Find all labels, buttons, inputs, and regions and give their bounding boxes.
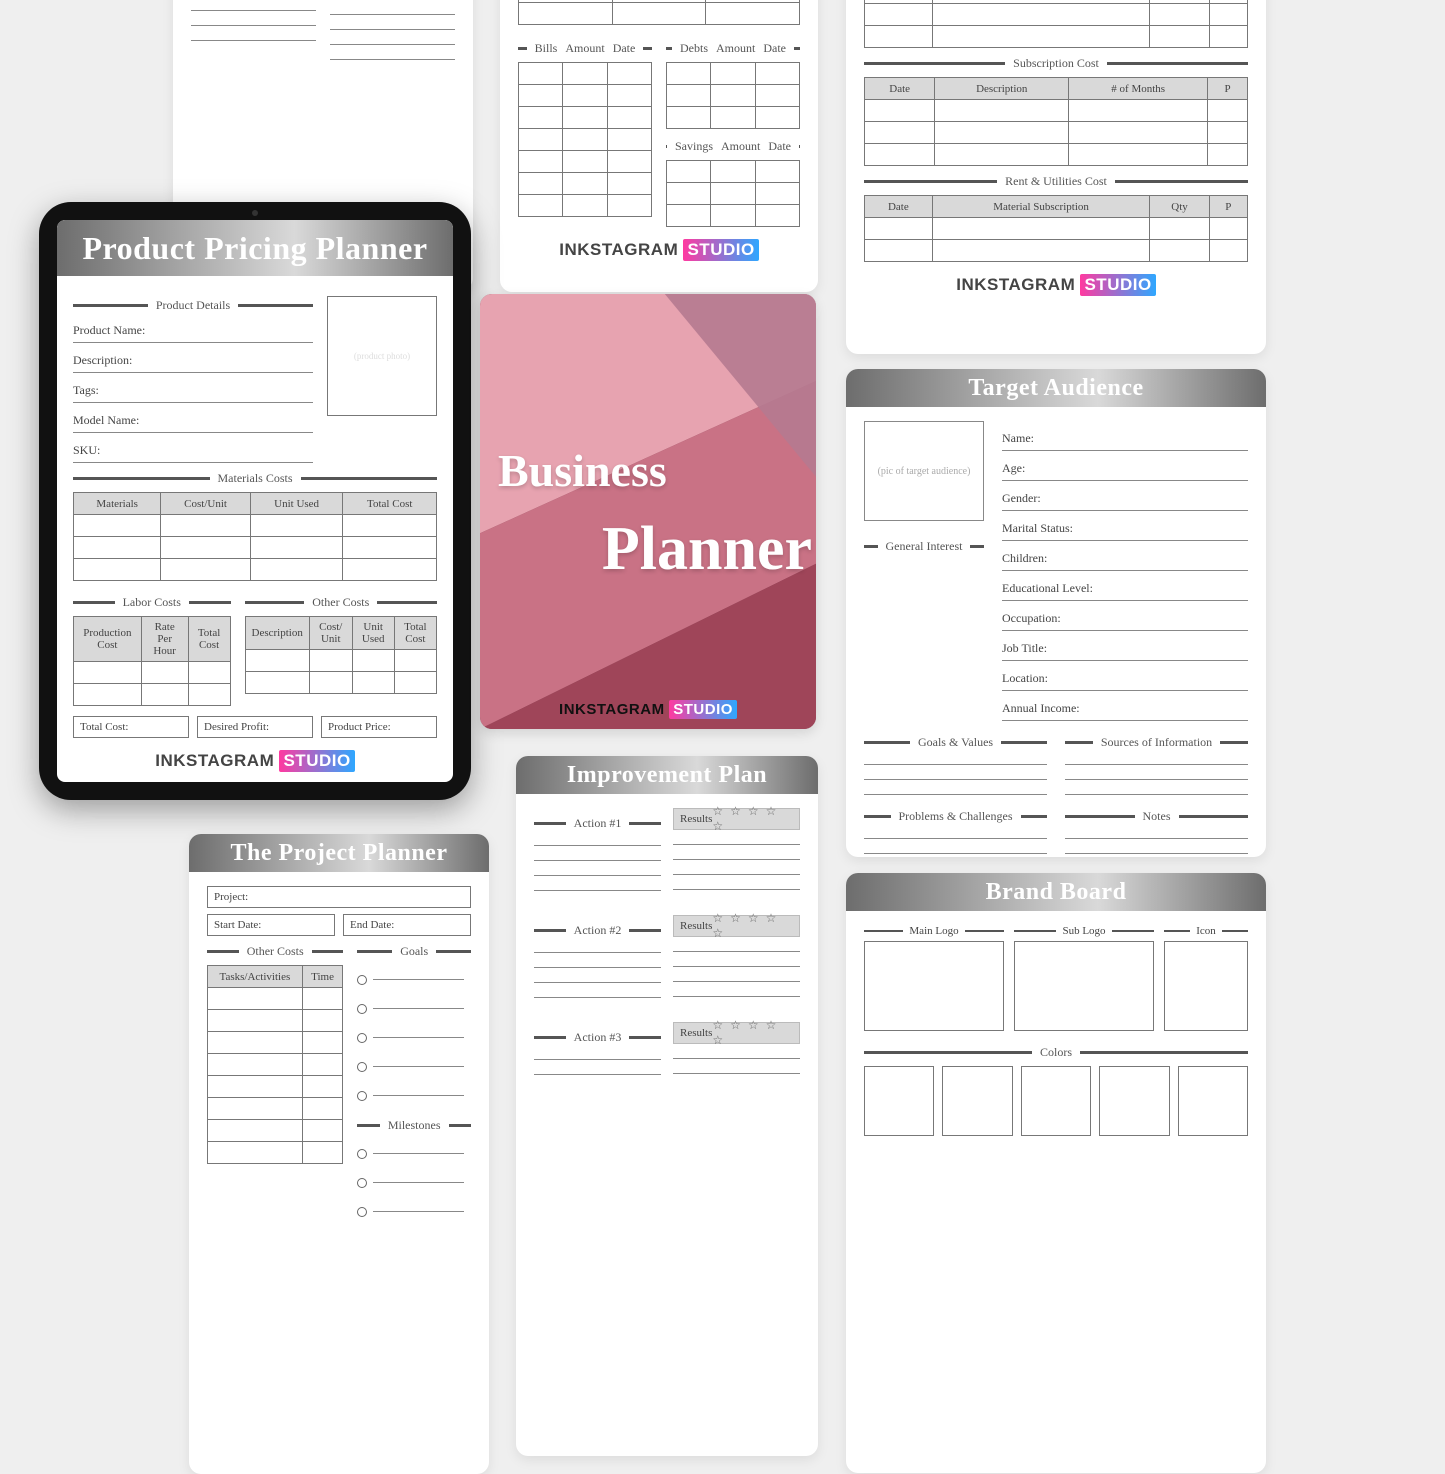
project-field[interactable]: Project: (207, 886, 471, 908)
end-date-field[interactable]: End Date: (343, 914, 471, 936)
labor-costs-section: Labor Costs (73, 595, 231, 610)
sku-field[interactable]: SKU: (73, 439, 313, 463)
color-swatch[interactable] (1099, 1066, 1169, 1136)
goal-item[interactable] (357, 1081, 471, 1110)
goal-item[interactable] (357, 1052, 471, 1081)
notes-section: Notes (1065, 809, 1248, 824)
labor-table[interactable]: Production CostRate Per HourTotal Cost (73, 616, 231, 706)
goal-item[interactable] (357, 965, 471, 994)
ta-marital[interactable]: Marital Status: (1002, 517, 1248, 541)
desired-profit-field[interactable]: Desired Profit: (197, 716, 313, 738)
project-planner-page: The Project Planner Project: Start Date:… (189, 834, 489, 1474)
brand-board-page: Brand Board Main Logo Sub Logo Icon Colo… (846, 873, 1266, 1473)
finance-page: BillsAmountDate DebtsAmountDate SavingsA… (500, 0, 818, 292)
total-cost-field[interactable]: Total Cost: (73, 716, 189, 738)
milestone-item[interactable] (357, 1168, 471, 1197)
subscription-cost-table[interactable]: DateDescription# of MonthsP (864, 77, 1248, 166)
bills-section: BillsAmountDate (518, 41, 652, 56)
product-price-field[interactable]: Product Price: (321, 716, 437, 738)
milestone-item[interactable] (357, 1139, 471, 1168)
start-date-field[interactable]: Start Date: (207, 914, 335, 936)
cover-title-1: Business (498, 444, 667, 497)
improve-title: Improvement Plan (516, 756, 818, 794)
product-photo-box[interactable]: (product photo) (327, 296, 437, 416)
main-logo-box[interactable]: Main Logo (864, 925, 1004, 1031)
rent-cost-table[interactable]: DateMaterial SubscriptionQtyP (864, 195, 1248, 262)
product-details-section: Product Details (73, 298, 313, 313)
savings-table[interactable] (666, 160, 800, 227)
ta-age[interactable]: Age: (1002, 457, 1248, 481)
star-rating[interactable]: ☆ ☆ ☆ ☆ ☆ (712, 911, 793, 941)
material-cost-table[interactable]: DateMaterial SubscriptionQtyP (864, 0, 1248, 48)
tasks-table[interactable]: Tasks/ActivitiesTime (207, 965, 343, 1164)
star-rating[interactable]: ☆ ☆ ☆ ☆ ☆ (712, 1018, 793, 1048)
ta-children[interactable]: Children: (1002, 547, 1248, 571)
other-costs-table[interactable]: DescriptionCost/ UnitUnit UsedTotal Cost (245, 616, 438, 694)
ta-name[interactable]: Name: (1002, 427, 1248, 451)
materials-costs-section: Materials Costs (73, 471, 437, 486)
milestone-item[interactable] (357, 1197, 471, 1226)
color-swatch[interactable] (1178, 1066, 1248, 1136)
brand-footer: INKSTAGRAM STUDIO (480, 700, 816, 719)
debts-section: DebtsAmountDate (666, 41, 800, 56)
results1-header: Results☆ ☆ ☆ ☆ ☆ (673, 808, 800, 830)
cover-page: Business Planner INKSTAGRAM STUDIO (480, 294, 816, 729)
other-costs-section: Other Costs (245, 595, 438, 610)
action1-section: Action #1 (534, 816, 661, 831)
description-field[interactable]: Description: (73, 349, 313, 373)
debts-table[interactable] (666, 62, 800, 129)
results3-header: Results☆ ☆ ☆ ☆ ☆ (673, 1022, 800, 1044)
brand-footer: INKSTAGRAM STUDIO (864, 274, 1248, 296)
tags-field[interactable]: Tags: (73, 379, 313, 403)
brandboard-title: Brand Board (846, 873, 1266, 911)
savings-section: SavingsAmountDate (666, 139, 800, 154)
brand-footer: INKSTAGRAM STUDIO (73, 750, 437, 772)
other-costs-section: Other Costs (207, 944, 343, 959)
product-name-field[interactable]: Product Name: (73, 319, 313, 343)
color-swatch[interactable] (864, 1066, 934, 1136)
action2-section: Action #2 (534, 923, 661, 938)
general-interest-section: General Interest (864, 539, 984, 554)
costs-page: Material Cost DateMaterial SubscriptionQ… (846, 0, 1266, 354)
materials-table[interactable]: MaterialsCost/UnitUnit UsedTotal Cost (73, 492, 437, 581)
color-swatch[interactable] (1021, 1066, 1091, 1136)
pricing-title: Product Pricing Planner (57, 220, 453, 276)
rent-cost-section: Rent & Utilities Cost (864, 174, 1248, 189)
milestones-section: Milestones (357, 1118, 471, 1133)
action3-section: Action #3 (534, 1030, 661, 1045)
ipad-frame: Product Pricing Planner Product Details … (39, 202, 471, 800)
goals-values-section: Goals & Values (864, 735, 1047, 750)
colors-section: Colors (864, 1045, 1248, 1060)
ta-occ[interactable]: Occupation: (1002, 607, 1248, 631)
cover-title-2: Planner (602, 514, 812, 585)
target-title: Target Audience (846, 369, 1266, 407)
project-title: The Project Planner (189, 834, 489, 872)
ta-loc[interactable]: Location: (1002, 667, 1248, 691)
top-table[interactable] (518, 0, 800, 25)
ta-job[interactable]: Job Title: (1002, 637, 1248, 661)
improvement-plan-page: Improvement Plan Action #1 Results☆ ☆ ☆ … (516, 756, 818, 1456)
pricing-page: Product Pricing Planner Product Details … (57, 220, 453, 782)
sub-logo-box[interactable]: Sub Logo (1014, 925, 1154, 1031)
goal-item[interactable] (357, 994, 471, 1023)
brand-footer: INKSTAGRAM STUDIO (518, 239, 800, 261)
target-pic-box[interactable]: (pic of target audience) (864, 421, 984, 521)
ta-income[interactable]: Annual Income: (1002, 697, 1248, 721)
target-audience-page: Target Audience (pic of target audience)… (846, 369, 1266, 857)
problems-section: Problems & Challenges (864, 809, 1047, 824)
subscription-cost-section: Subscription Cost (864, 56, 1248, 71)
model-field[interactable]: Model Name: (73, 409, 313, 433)
color-swatch[interactable] (942, 1066, 1012, 1136)
icon-logo-box[interactable]: Icon (1164, 925, 1248, 1031)
ta-gender[interactable]: Gender: (1002, 487, 1248, 511)
star-rating[interactable]: ☆ ☆ ☆ ☆ ☆ (712, 804, 793, 834)
sources-section: Sources of Information (1065, 735, 1248, 750)
bills-table[interactable] (518, 62, 652, 217)
ta-edu[interactable]: Educational Level: (1002, 577, 1248, 601)
goals-section: Goals (357, 944, 471, 959)
goal-item[interactable] (357, 1023, 471, 1052)
results2-header: Results☆ ☆ ☆ ☆ ☆ (673, 915, 800, 937)
